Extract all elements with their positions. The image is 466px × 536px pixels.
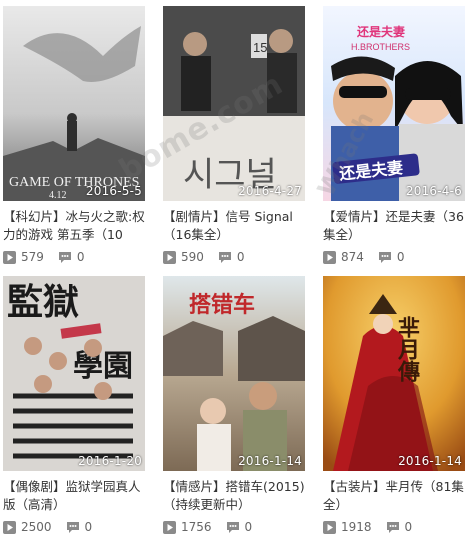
play-count: 874 [323,250,364,264]
stats-row: 1756 0 [163,518,305,536]
poster-art: 芈月傳 [323,276,465,471]
play-count: 1756 [163,520,212,534]
poster-image[interactable]: 搭错车 2016-1-14 [163,276,305,471]
video-card[interactable]: 15 시그널 2016-4-27 【剧情片】信号 Signal（16集全） 59… [163,6,305,266]
comment-icon [58,251,71,263]
comment-count: 0 [58,250,85,264]
svg-text:學園: 學園 [73,349,133,384]
stats-row: 590 0 [163,248,305,266]
play-count-value: 2500 [21,520,52,534]
svg-text:監獄: 監獄 [7,282,79,323]
comment-icon [218,251,231,263]
comment-count: 0 [66,520,93,534]
play-icon [3,520,16,534]
publish-date: 2016-5-5 [85,184,142,198]
video-title[interactable]: 【爱情片】还是夫妻（36集全） [323,208,465,244]
poster-art: 監獄 學園 [3,276,145,471]
video-card[interactable]: 監獄 學園 2016-1-20 【偶像剧】监狱学园真人版（高清） 2500 0 [3,276,145,536]
poster-image[interactable]: 芈月傳 2016-1-14 [323,276,465,471]
publish-date: 2016-1-14 [398,454,462,468]
poster-image[interactable]: GAME OF THRONES 4.12 2016-5-5 [3,6,145,201]
svg-text:15: 15 [253,40,267,55]
poster-art: 15 시그널 [163,6,305,201]
comment-icon [378,251,391,263]
publish-date: 2016-4-6 [405,184,462,198]
play-icon [3,250,16,264]
comment-count-value: 0 [236,250,245,264]
video-card[interactable]: GAME OF THRONES 4.12 2016-5-5 【科幻片】冰与火之歌… [3,6,145,266]
comment-icon [386,521,399,533]
poster-art: 还是夫妻 H.BROTHERS 还是夫妻 [323,6,465,201]
genre-tag: 【情感片】 [163,479,226,494]
poster-image[interactable]: 15 시그널 2016-4-27 [163,6,305,201]
comment-count: 0 [226,520,253,534]
play-icon [323,520,336,534]
video-card[interactable]: 还是夫妻 H.BROTHERS 还是夫妻 2016-4-6 【爱情片】还是夫妻（… [323,6,465,266]
stats-row: 579 0 [3,248,145,266]
video-card[interactable]: 搭错车 2016-1-14 【情感片】搭错车(2015)（持续更新中） 1756… [163,276,305,536]
stats-row: 2500 0 [3,518,145,536]
play-icon [163,250,176,264]
comment-count: 0 [378,250,405,264]
genre-tag: 【偶像剧】 [3,479,66,494]
play-count-value: 1756 [181,520,212,534]
stats-row: 874 0 [323,248,465,266]
genre-tag: 【古装片】 [323,479,386,494]
publish-date: 2016-4-27 [238,184,302,198]
comment-count: 0 [386,520,413,534]
play-count: 590 [163,250,204,264]
play-count-value: 579 [21,250,44,264]
svg-text:芈月傳: 芈月傳 [394,316,421,382]
video-title[interactable]: 【情感片】搭错车(2015)（持续更新中） [163,478,305,514]
play-count: 579 [3,250,44,264]
poster-image[interactable]: 还是夫妻 H.BROTHERS 还是夫妻 2016-4-6 [323,6,465,201]
svg-text:搭错车: 搭错车 [189,292,255,318]
svg-text:还是夫妻: 还是夫妻 [356,24,405,39]
video-title[interactable]: 【剧情片】信号 Signal（16集全） [163,208,305,244]
poster-image[interactable]: 監獄 學園 2016-1-20 [3,276,145,471]
comment-count-value: 0 [404,520,413,534]
play-count: 2500 [3,520,52,534]
play-count-value: 874 [341,250,364,264]
play-count: 1918 [323,520,372,534]
poster-art: 搭错车 [163,276,305,471]
video-title[interactable]: 【古装片】芈月传（81集全） [323,478,465,514]
comment-icon [66,521,79,533]
publish-date: 2016-1-14 [238,454,302,468]
play-count-value: 1918 [341,520,372,534]
comment-count-value: 0 [396,250,405,264]
play-count-value: 590 [181,250,204,264]
comment-count-value: 0 [244,520,253,534]
genre-tag: 【爱情片】 [323,209,386,224]
play-icon [163,520,176,534]
publish-date: 2016-1-20 [78,454,142,468]
svg-text:H.BROTHERS: H.BROTHERS [351,42,410,52]
genre-tag: 【剧情片】 [163,209,226,224]
video-grid: GAME OF THRONES 4.12 2016-5-5 【科幻片】冰与火之歌… [0,0,466,536]
video-title[interactable]: 【偶像剧】监狱学园真人版（高清） [3,478,145,514]
play-icon [323,250,336,264]
svg-text:4.12: 4.12 [49,190,67,201]
comment-icon [226,521,239,533]
video-card[interactable]: 芈月傳 2016-1-14 【古装片】芈月传（81集全） 1918 0 [323,276,465,536]
comment-count: 0 [218,250,245,264]
poster-art: GAME OF THRONES 4.12 [3,6,145,201]
stats-row: 1918 0 [323,518,465,536]
comment-count-value: 0 [76,250,85,264]
genre-tag: 【科幻片】 [3,209,66,224]
video-title[interactable]: 【科幻片】冰与火之歌:权力的游戏 第五季（10 [3,208,145,244]
comment-count-value: 0 [84,520,93,534]
